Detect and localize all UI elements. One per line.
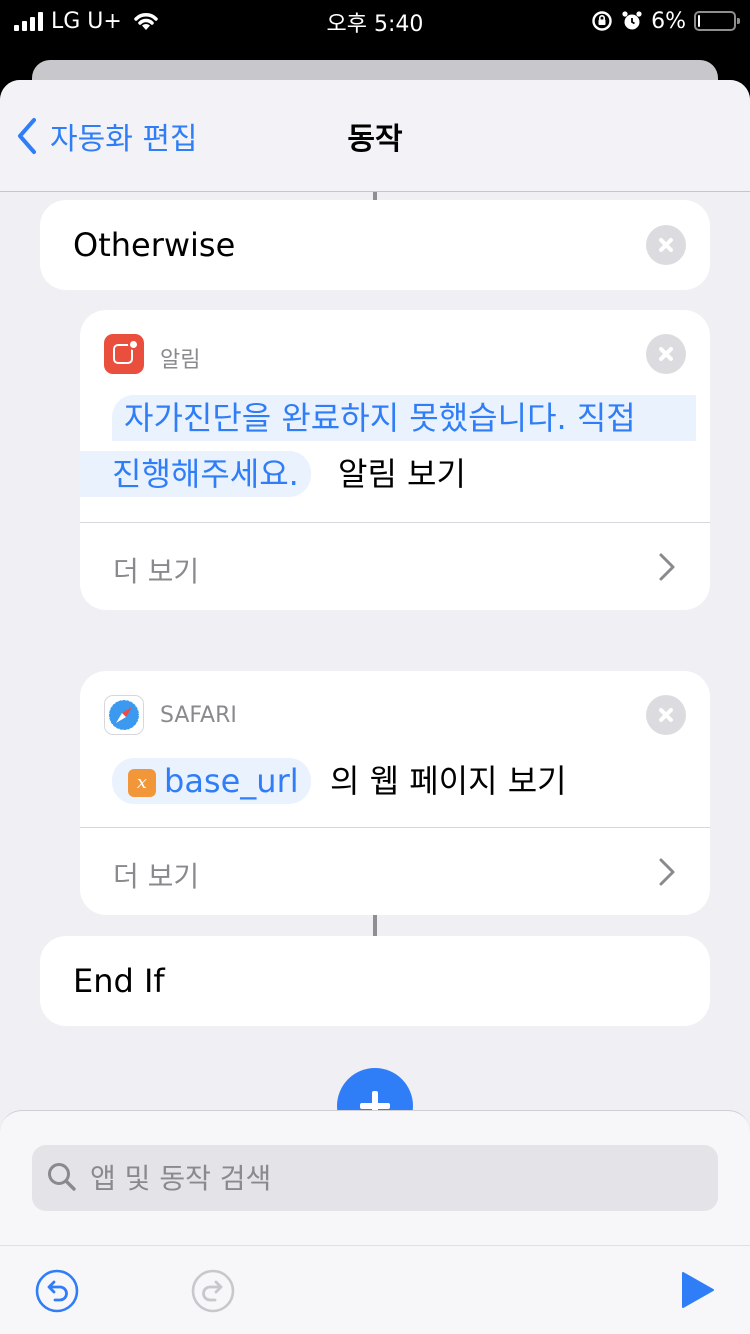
- actions-sheet: 자동화 편집 동작 Otherwise 알림 자가진단을 완료하지 못했습니다.…: [0, 80, 750, 1334]
- remove-otherwise-button[interactable]: [646, 225, 686, 265]
- alarm-icon: [622, 11, 642, 30]
- end-if-block[interactable]: End If: [40, 936, 710, 1026]
- divider: [80, 522, 710, 523]
- variable-icon: x: [128, 769, 156, 797]
- redo-button[interactable]: [190, 1268, 236, 1318]
- otherwise-title: Otherwise: [73, 226, 236, 264]
- remove-safari-action-button[interactable]: [646, 695, 686, 735]
- bottom-toolbar: [0, 1245, 750, 1334]
- action-search-panel: [0, 1110, 750, 1334]
- flow-connector: [373, 915, 377, 936]
- search-input[interactable]: [90, 1145, 690, 1211]
- show-more-label: 더 보기: [113, 860, 200, 893]
- base-url-variable-token[interactable]: x base_url: [112, 758, 311, 804]
- chevron-right-icon: [659, 858, 675, 886]
- show-more-label: 더 보기: [113, 555, 200, 588]
- navigation-bar: 자동화 편집 동작: [0, 80, 750, 192]
- variable-name: base_url: [164, 762, 299, 800]
- safari-app-label: SAFARI: [160, 703, 237, 728]
- play-icon: [682, 1272, 714, 1308]
- message-line-1: 자가진단을 완료하지 못했습니다. 직접: [112, 395, 696, 441]
- redo-icon: [191, 1269, 235, 1313]
- notification-app-label: 알림: [160, 348, 201, 373]
- otherwise-block[interactable]: Otherwise: [40, 200, 710, 290]
- run-button[interactable]: [680, 1270, 716, 1314]
- search-icon: [48, 1163, 76, 1191]
- show-notification-action[interactable]: 알림 자가진단을 완료하지 못했습니다. 직접 진행해주세요. 알림 보기 더 …: [80, 310, 710, 610]
- status-bar: LG U+ 오후 5:40 6%: [0, 0, 750, 42]
- chevron-right-icon: [659, 553, 675, 581]
- show-webpage-label: 의 웹 페이지 보기: [330, 762, 567, 800]
- message-line-2: 진행해주세요.: [80, 451, 311, 497]
- undo-icon: [35, 1269, 79, 1313]
- rotation-lock-icon: [592, 11, 612, 31]
- safari-app-icon: [104, 695, 144, 735]
- search-bar[interactable]: [32, 1145, 718, 1211]
- notification-app-icon: [104, 334, 144, 374]
- divider: [80, 827, 710, 828]
- undo-button[interactable]: [34, 1268, 80, 1318]
- remove-notification-action-button[interactable]: [646, 334, 686, 374]
- show-notification-label: 알림 보기: [338, 455, 466, 493]
- battery-icon: [694, 11, 740, 31]
- battery-percent: 6%: [651, 8, 686, 34]
- safari-show-webpage-action[interactable]: SAFARI x base_url 의 웹 페이지 보기 더 보기: [80, 671, 710, 915]
- end-if-title: End If: [73, 962, 165, 1000]
- page-title: 동작: [347, 122, 403, 157]
